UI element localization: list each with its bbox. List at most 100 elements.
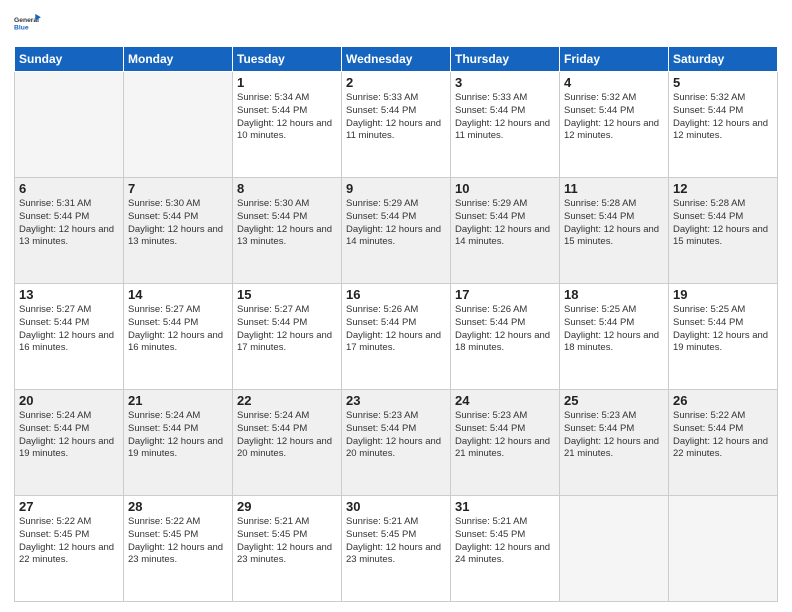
day-number: 9 [346, 181, 446, 196]
day-number: 27 [19, 499, 119, 514]
calendar-cell: 30 Sunrise: 5:21 AMSunset: 5:45 PMDayligh… [342, 496, 451, 602]
col-header-thursday: Thursday [451, 47, 560, 72]
day-info: Sunrise: 5:27 AMSunset: 5:44 PMDaylight:… [128, 304, 228, 355]
day-number: 22 [237, 393, 337, 408]
calendar-cell: 9 Sunrise: 5:29 AMSunset: 5:44 PMDaylight… [342, 178, 451, 284]
logo: GeneralBlue [14, 10, 46, 38]
calendar-cell: 16 Sunrise: 5:26 AMSunset: 5:44 PMDayligh… [342, 284, 451, 390]
day-number: 3 [455, 75, 555, 90]
calendar-cell: 24 Sunrise: 5:23 AMSunset: 5:44 PMDayligh… [451, 390, 560, 496]
calendar-cell: 15 Sunrise: 5:27 AMSunset: 5:44 PMDayligh… [233, 284, 342, 390]
day-info: Sunrise: 5:34 AMSunset: 5:44 PMDaylight:… [237, 92, 337, 143]
day-info: Sunrise: 5:23 AMSunset: 5:44 PMDaylight:… [455, 410, 555, 461]
day-info: Sunrise: 5:21 AMSunset: 5:45 PMDaylight:… [346, 516, 446, 567]
day-number: 10 [455, 181, 555, 196]
day-info: Sunrise: 5:24 AMSunset: 5:44 PMDaylight:… [19, 410, 119, 461]
day-number: 18 [564, 287, 664, 302]
day-info: Sunrise: 5:22 AMSunset: 5:44 PMDaylight:… [673, 410, 773, 461]
calendar-cell: 4 Sunrise: 5:32 AMSunset: 5:44 PMDaylight… [560, 72, 669, 178]
calendar-cell: 8 Sunrise: 5:30 AMSunset: 5:44 PMDaylight… [233, 178, 342, 284]
calendar-table: SundayMondayTuesdayWednesdayThursdayFrid… [14, 46, 778, 602]
day-info: Sunrise: 5:28 AMSunset: 5:44 PMDaylight:… [673, 198, 773, 249]
calendar-cell: 13Sunrise: 5:27 AMSunset: 5:44 PMDayligh… [15, 284, 124, 390]
day-info: Sunrise: 5:32 AMSunset: 5:44 PMDaylight:… [673, 92, 773, 143]
day-number: 14 [128, 287, 228, 302]
calendar-cell: 12 Sunrise: 5:28 AMSunset: 5:44 PMDayligh… [669, 178, 778, 284]
day-number: 5 [673, 75, 773, 90]
day-info: Sunrise: 5:22 AMSunset: 5:45 PMDaylight:… [128, 516, 228, 567]
logo-icon: GeneralBlue [14, 10, 42, 38]
calendar-cell: 11 Sunrise: 5:28 AMSunset: 5:44 PMDayligh… [560, 178, 669, 284]
day-info: Sunrise: 5:31 AMSunset: 5:44 PMDaylight:… [19, 198, 119, 249]
day-number: 12 [673, 181, 773, 196]
day-number: 19 [673, 287, 773, 302]
day-number: 23 [346, 393, 446, 408]
day-info: Sunrise: 5:25 AMSunset: 5:44 PMDaylight:… [673, 304, 773, 355]
day-info: Sunrise: 5:23 AMSunset: 5:44 PMDaylight:… [564, 410, 664, 461]
day-info: Sunrise: 5:26 AMSunset: 5:44 PMDaylight:… [346, 304, 446, 355]
day-info: Sunrise: 5:29 AMSunset: 5:44 PMDaylight:… [455, 198, 555, 249]
day-number: 16 [346, 287, 446, 302]
calendar-cell: 5 Sunrise: 5:32 AMSunset: 5:44 PMDaylight… [669, 72, 778, 178]
day-number: 8 [237, 181, 337, 196]
calendar-cell [124, 72, 233, 178]
calendar-cell: 21 Sunrise: 5:24 AMSunset: 5:44 PMDayligh… [124, 390, 233, 496]
day-info: Sunrise: 5:24 AMSunset: 5:44 PMDaylight:… [237, 410, 337, 461]
svg-text:Blue: Blue [14, 25, 29, 32]
calendar-cell: 27Sunrise: 5:22 AMSunset: 5:45 PMDayligh… [15, 496, 124, 602]
day-info: Sunrise: 5:33 AMSunset: 5:44 PMDaylight:… [455, 92, 555, 143]
day-number: 24 [455, 393, 555, 408]
day-info: Sunrise: 5:23 AMSunset: 5:44 PMDaylight:… [346, 410, 446, 461]
calendar-cell: 31 Sunrise: 5:21 AMSunset: 5:45 PMDayligh… [451, 496, 560, 602]
calendar-cell: 6 Sunrise: 5:31 AMSunset: 5:44 PMDaylight… [15, 178, 124, 284]
day-number: 28 [128, 499, 228, 514]
day-info: Sunrise: 5:21 AMSunset: 5:45 PMDaylight:… [237, 516, 337, 567]
calendar-cell: 19 Sunrise: 5:25 AMSunset: 5:44 PMDayligh… [669, 284, 778, 390]
day-info: Sunrise: 5:30 AMSunset: 5:44 PMDaylight:… [237, 198, 337, 249]
day-info: Sunrise: 5:29 AMSunset: 5:44 PMDaylight:… [346, 198, 446, 249]
day-number: 6 [19, 181, 119, 196]
col-header-sunday: Sunday [15, 47, 124, 72]
day-info: Sunrise: 5:26 AMSunset: 5:44 PMDaylight:… [455, 304, 555, 355]
calendar-cell: 14 Sunrise: 5:27 AMSunset: 5:44 PMDayligh… [124, 284, 233, 390]
day-number: 20 [19, 393, 119, 408]
calendar-cell: 18 Sunrise: 5:25 AMSunset: 5:44 PMDayligh… [560, 284, 669, 390]
day-number: 1 [237, 75, 337, 90]
day-info: Sunrise: 5:25 AMSunset: 5:44 PMDaylight:… [564, 304, 664, 355]
calendar-cell [560, 496, 669, 602]
day-number: 26 [673, 393, 773, 408]
day-info: Sunrise: 5:21 AMSunset: 5:45 PMDaylight:… [455, 516, 555, 567]
calendar-cell: 26 Sunrise: 5:22 AMSunset: 5:44 PMDayligh… [669, 390, 778, 496]
day-number: 2 [346, 75, 446, 90]
calendar-cell: 2 Sunrise: 5:33 AMSunset: 5:44 PMDaylight… [342, 72, 451, 178]
day-info: Sunrise: 5:27 AMSunset: 5:44 PMDaylight:… [237, 304, 337, 355]
col-header-friday: Friday [560, 47, 669, 72]
day-number: 7 [128, 181, 228, 196]
col-header-saturday: Saturday [669, 47, 778, 72]
day-number: 31 [455, 499, 555, 514]
day-info: Sunrise: 5:32 AMSunset: 5:44 PMDaylight:… [564, 92, 664, 143]
day-number: 21 [128, 393, 228, 408]
calendar-cell: 1 Sunrise: 5:34 AMSunset: 5:44 PMDaylight… [233, 72, 342, 178]
day-info: Sunrise: 5:28 AMSunset: 5:44 PMDaylight:… [564, 198, 664, 249]
calendar-cell: 3 Sunrise: 5:33 AMSunset: 5:44 PMDaylight… [451, 72, 560, 178]
col-header-tuesday: Tuesday [233, 47, 342, 72]
col-header-wednesday: Wednesday [342, 47, 451, 72]
day-info: Sunrise: 5:24 AMSunset: 5:44 PMDaylight:… [128, 410, 228, 461]
day-number: 11 [564, 181, 664, 196]
page: GeneralBlue SundayMondayTuesdayWednesday… [0, 0, 792, 612]
col-header-monday: Monday [124, 47, 233, 72]
calendar-cell: 10 Sunrise: 5:29 AMSunset: 5:44 PMDayligh… [451, 178, 560, 284]
calendar-cell: 7Sunrise: 5:30 AMSunset: 5:44 PMDaylight… [124, 178, 233, 284]
header: GeneralBlue [14, 10, 778, 38]
day-number: 30 [346, 499, 446, 514]
calendar-cell: 23 Sunrise: 5:23 AMSunset: 5:44 PMDayligh… [342, 390, 451, 496]
day-number: 13 [19, 287, 119, 302]
calendar-cell: 28 Sunrise: 5:22 AMSunset: 5:45 PMDayligh… [124, 496, 233, 602]
day-number: 25 [564, 393, 664, 408]
day-info: Sunrise: 5:33 AMSunset: 5:44 PMDaylight:… [346, 92, 446, 143]
day-number: 15 [237, 287, 337, 302]
calendar-cell [15, 72, 124, 178]
calendar-cell: 29Sunrise: 5:21 AMSunset: 5:45 PMDayligh… [233, 496, 342, 602]
day-number: 4 [564, 75, 664, 90]
